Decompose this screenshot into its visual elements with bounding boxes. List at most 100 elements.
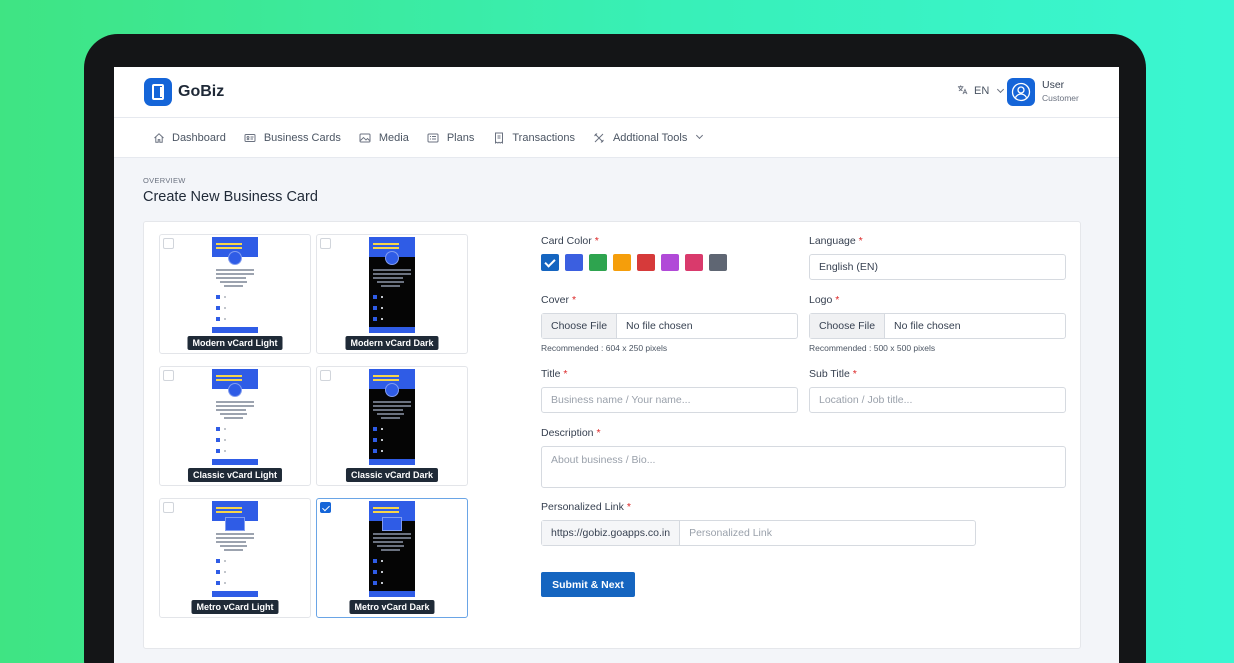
user-menu[interactable]: User Customer — [1042, 79, 1079, 103]
page-overline: OVERVIEW — [143, 176, 186, 185]
app-screen: GoBiz EN User Customer Dashboard Busines… — [114, 67, 1119, 663]
template-checkbox[interactable] — [163, 370, 174, 381]
chevron-down-icon — [997, 85, 1005, 93]
nav-label: Business Cards — [263, 131, 341, 144]
nav-dashboard[interactable]: Dashboard — [152, 131, 226, 144]
required-mark: * — [835, 294, 840, 306]
template-preview-image — [212, 501, 258, 597]
template-metro-dark[interactable]: Metro vCard Dark — [316, 498, 468, 618]
template-preview-image — [369, 501, 415, 597]
avatar[interactable] — [1007, 78, 1035, 106]
required-mark: * — [858, 235, 863, 247]
personalized-link-group: https://gobiz.goapps.co.in — [541, 520, 976, 546]
template-checkbox[interactable] — [320, 502, 331, 513]
receipt-icon — [492, 131, 505, 144]
page-title: Create New Business Card — [143, 189, 318, 205]
label-text: Logo — [809, 294, 833, 306]
color-swatch-yellow[interactable] — [613, 254, 631, 271]
color-swatch-blue[interactable] — [565, 254, 583, 271]
nav-plans[interactable]: Plans — [427, 131, 475, 144]
translate-icon — [957, 84, 968, 98]
logo-hint: Recommended : 500 x 500 pixels — [809, 343, 936, 353]
template-classic-dark[interactable]: Classic vCard Dark — [316, 366, 468, 486]
nav-label: Addtional Tools — [612, 131, 688, 144]
template-classic-light[interactable]: Classic vCard Light — [159, 366, 311, 486]
title-label: Title * — [541, 368, 567, 380]
template-metro-light[interactable]: Metro vCard Light — [159, 498, 311, 618]
logo-label: Logo * — [809, 294, 839, 306]
description-textarea[interactable] — [541, 446, 1066, 488]
template-checkbox[interactable] — [320, 370, 331, 381]
template-modern-light[interactable]: Modern vCard Light — [159, 234, 311, 354]
required-mark: * — [626, 501, 631, 513]
subtitle-input[interactable] — [809, 387, 1066, 413]
nav-label: Transactions — [512, 131, 575, 144]
brand-logo[interactable]: GoBiz — [144, 78, 224, 106]
template-label: Classic vCard Light — [187, 468, 283, 482]
main-nav: Dashboard Business Cards Media Plans Tra… — [114, 118, 1119, 158]
cover-hint: Recommended : 604 x 250 pixels — [541, 343, 668, 353]
cover-choose-file-button[interactable]: Choose File — [542, 314, 618, 338]
nav-label: Plans — [446, 131, 475, 144]
brand-name: GoBiz — [178, 83, 225, 100]
template-label: Classic vCard Dark — [345, 468, 439, 482]
template-label: Modern vCard Dark — [345, 336, 439, 350]
label-text: Language — [809, 235, 856, 247]
label-text: Card Color — [541, 235, 592, 247]
nav-label: Dashboard — [172, 131, 226, 144]
template-preview-image — [212, 237, 258, 333]
cover-file-input[interactable]: Choose File No file chosen — [541, 313, 798, 339]
template-modern-dark[interactable]: Modern vCard Dark — [316, 234, 468, 354]
template-preview-image — [212, 369, 258, 465]
template-preview-image — [369, 369, 415, 465]
language-switcher[interactable]: EN — [957, 84, 1005, 98]
template-checkbox[interactable] — [320, 238, 331, 249]
color-swatch-gray[interactable] — [709, 254, 727, 271]
label-text: Sub Title — [809, 368, 850, 380]
top-header: GoBiz EN User Customer — [114, 67, 1119, 118]
label-text: Personalized Link — [541, 501, 624, 513]
user-icon — [1011, 82, 1031, 102]
required-mark: * — [594, 235, 599, 247]
label-text: Title — [541, 368, 561, 380]
label-text: Description — [541, 427, 594, 439]
logo-file-input[interactable]: Choose File No file chosen — [809, 313, 1066, 339]
user-role: Customer — [1042, 93, 1079, 103]
language-select[interactable]: English (EN) — [809, 254, 1066, 280]
cover-label: Cover * — [541, 294, 576, 306]
required-mark: * — [571, 294, 577, 306]
personalized-link-input[interactable] — [680, 527, 971, 539]
required-mark: * — [563, 368, 568, 380]
language-label: Language * — [809, 235, 863, 247]
label-text: Cover — [541, 294, 570, 306]
list-icon — [427, 131, 440, 144]
nav-label: Media — [378, 131, 409, 144]
cover-file-status: No file chosen — [626, 320, 693, 332]
template-checkbox[interactable] — [163, 502, 174, 513]
id-card-icon — [244, 131, 257, 144]
color-swatch-purple[interactable] — [661, 254, 679, 271]
template-label: Metro vCard Dark — [349, 600, 435, 614]
gobiz-logo-icon — [144, 78, 172, 106]
logo-choose-file-button[interactable]: Choose File — [810, 314, 886, 338]
title-input[interactable] — [541, 387, 798, 413]
home-icon — [152, 131, 165, 144]
color-swatch-red[interactable] — [637, 254, 655, 271]
required-mark: * — [852, 368, 857, 380]
nav-additional-tools[interactable]: Addtional Tools — [593, 131, 704, 144]
personalized-link-label: Personalized Link * — [541, 501, 631, 513]
template-checkbox[interactable] — [163, 238, 174, 249]
nav-media[interactable]: Media — [359, 131, 409, 144]
nav-transactions[interactable]: Transactions — [492, 131, 575, 144]
image-icon — [359, 131, 372, 144]
template-preview-image — [369, 237, 415, 333]
template-label: Modern vCard Light — [187, 336, 283, 350]
color-swatch-pink[interactable] — [685, 254, 703, 271]
required-mark: * — [596, 427, 601, 439]
description-label: Description * — [541, 427, 601, 439]
nav-business-cards[interactable]: Business Cards — [244, 131, 341, 144]
color-swatch-green[interactable] — [589, 254, 607, 271]
submit-next-button[interactable]: Submit & Next — [541, 572, 635, 597]
color-swatch-blue-dark[interactable] — [541, 254, 559, 271]
create-card-form: Modern vCard Light Modern vCard Dark Cla… — [143, 221, 1081, 649]
